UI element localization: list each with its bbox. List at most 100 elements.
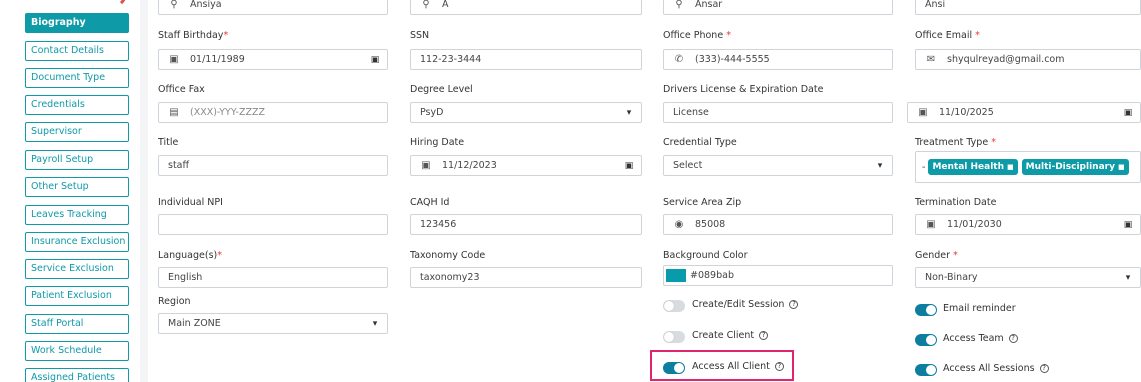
individual-npi-field[interactable] bbox=[158, 214, 388, 235]
sidebar: Biography Contact Details Document Type … bbox=[0, 0, 140, 382]
drivers-license-label: Drivers License & Expiration Date bbox=[663, 84, 824, 95]
sidebar-item-credentials[interactable]: Credentials bbox=[25, 95, 129, 115]
color-swatch[interactable] bbox=[666, 269, 686, 282]
taxonomy-code-label: Taxonomy Code bbox=[410, 250, 486, 261]
last-name-field[interactable]: ⚲ Ansar bbox=[663, 0, 893, 15]
mail-icon: ✉ bbox=[926, 54, 936, 65]
sidebar-item-supervisor[interactable]: Supervisor bbox=[25, 122, 129, 142]
title-label: Title bbox=[158, 137, 179, 148]
degree-level-select[interactable]: PsyD ▾ bbox=[410, 102, 642, 123]
sidebar-item-contact-details[interactable]: Contact Details bbox=[25, 41, 129, 61]
calendar-icon: ▣ bbox=[918, 107, 928, 118]
sidebar-item-work-schedule[interactable]: Work Schedule bbox=[25, 341, 129, 361]
office-phone-field[interactable]: ✆ (333)-444-5555 bbox=[663, 49, 893, 70]
treatment-chip-mental-health[interactable]: Mental Health ■ bbox=[928, 159, 1018, 175]
access-all-client-label: Access All Client? bbox=[692, 361, 784, 372]
chip-remove-icon[interactable]: ■ bbox=[1118, 163, 1125, 171]
office-phone-label: Office Phone * bbox=[663, 30, 731, 41]
user-icon: ⚲ bbox=[170, 0, 178, 10]
sidebar-item-assigned-patients[interactable]: Assigned Patients bbox=[25, 368, 129, 382]
access-team-label: Access Team? bbox=[943, 333, 1018, 344]
gender-label: Gender * bbox=[915, 250, 958, 261]
languages-field[interactable]: English bbox=[158, 267, 388, 288]
date-picker-icon[interactable]: ▣ bbox=[623, 161, 635, 171]
background-color-field[interactable]: #089bab bbox=[663, 265, 893, 286]
first-name-field[interactable]: ⚲ Ansiya bbox=[158, 0, 388, 15]
access-all-client-toggle[interactable] bbox=[663, 362, 685, 374]
region-select[interactable]: Main ZONE ▾ bbox=[158, 313, 388, 334]
nick-name-field[interactable]: Ansi bbox=[915, 0, 1141, 15]
access-all-sessions-toggle[interactable] bbox=[915, 364, 937, 376]
middle-name-field[interactable]: ⚲ A bbox=[410, 0, 642, 15]
calendar-icon: ▣ bbox=[169, 54, 179, 65]
help-icon[interactable]: ? bbox=[1008, 334, 1018, 343]
sidebar-item-staff-portal[interactable]: Staff Portal bbox=[25, 314, 129, 334]
help-icon[interactable]: ? bbox=[789, 300, 799, 309]
treatment-chip-multi-disciplinary[interactable]: Multi-Disciplinary ■ bbox=[1021, 159, 1129, 175]
help-icon[interactable]: ? bbox=[774, 362, 784, 371]
date-picker-icon[interactable]: ▣ bbox=[1122, 220, 1134, 230]
sidebar-item-service-exclusion[interactable]: Service Exclusion bbox=[25, 259, 129, 279]
treatment-type-label: Treatment Type * bbox=[915, 137, 996, 148]
caqh-id-label: CAQH Id bbox=[410, 197, 450, 208]
drivers-license-field[interactable]: License bbox=[663, 102, 893, 123]
sidebar-item-other-setup[interactable]: Other Setup bbox=[25, 177, 129, 197]
sidebar-item-leaves-tracking[interactable]: Leaves Tracking bbox=[25, 205, 129, 225]
license-expiration-field[interactable]: ▣ 11/10/2025 ▣ bbox=[907, 102, 1141, 123]
languages-label: Language(s)* bbox=[158, 250, 222, 261]
calendar-icon: ▣ bbox=[926, 219, 936, 230]
chevron-down-icon: ▾ bbox=[626, 107, 632, 118]
access-team-toggle[interactable] bbox=[915, 334, 937, 346]
gender-select[interactable]: Non-Binary ▾ bbox=[915, 267, 1141, 288]
ssn-label: SSN bbox=[410, 30, 430, 41]
caqh-id-field[interactable]: 123456 bbox=[410, 214, 642, 235]
chevron-down-icon: ▾ bbox=[372, 318, 378, 329]
access-all-sessions-label: Access All Sessions? bbox=[943, 363, 1049, 374]
user-icon: ⚲ bbox=[675, 0, 683, 10]
create-client-toggle[interactable] bbox=[663, 331, 685, 343]
ssn-field[interactable]: 112-23-3444 bbox=[410, 49, 642, 70]
sidebar-item-biography[interactable]: Biography bbox=[25, 13, 129, 33]
chip-remove-icon[interactable]: ■ bbox=[1007, 163, 1014, 171]
help-icon[interactable]: ? bbox=[759, 331, 769, 340]
office-email-label: Office Email * bbox=[915, 30, 980, 41]
office-email-field[interactable]: ✉ shyqulreyad@gmail.com bbox=[915, 49, 1141, 70]
hiring-date-label: Hiring Date bbox=[410, 137, 465, 148]
individual-npi-label: Individual NPI bbox=[158, 197, 223, 208]
credential-type-select[interactable]: Select ▾ bbox=[663, 155, 893, 176]
create-edit-session-toggle[interactable] bbox=[663, 300, 685, 312]
email-reminder-label: Email reminder bbox=[943, 303, 1016, 314]
termination-date-label: Termination Date bbox=[915, 197, 997, 208]
chevron-down-icon: ▾ bbox=[877, 160, 883, 171]
date-picker-icon[interactable]: ▣ bbox=[1122, 108, 1134, 118]
treatment-type-multiselect[interactable]: - Mental Health ■ Multi-Disciplinary ■ bbox=[915, 151, 1141, 183]
help-icon[interactable]: ? bbox=[1039, 364, 1049, 373]
region-label: Region bbox=[158, 296, 191, 307]
service-area-zip-label: Service Area Zip bbox=[663, 197, 742, 208]
location-pin-icon: ◉ bbox=[674, 219, 684, 230]
phone-icon: ✆ bbox=[674, 54, 684, 65]
create-client-label: Create Client? bbox=[692, 330, 769, 341]
sidebar-item-insurance-exclusion[interactable]: Insurance Exclusion bbox=[25, 232, 129, 252]
calendar-icon: ▣ bbox=[421, 160, 431, 171]
create-edit-session-label: Create/Edit Session? bbox=[692, 299, 799, 310]
taxonomy-code-field[interactable]: taxonomy23 bbox=[410, 267, 642, 288]
sidebar-item-payroll-setup[interactable]: Payroll Setup bbox=[25, 150, 129, 170]
sidebar-item-patient-exclusion[interactable]: Patient Exclusion bbox=[25, 286, 129, 306]
office-fax-label: Office Fax bbox=[158, 84, 205, 95]
staff-birthday-field[interactable]: ▣ 01/11/1989 ▣ bbox=[158, 49, 388, 70]
avatar-logo bbox=[88, 0, 128, 10]
office-fax-field[interactable]: ▤ (XXX)-YYY-ZZZZ bbox=[158, 102, 388, 123]
sidebar-item-document-type[interactable]: Document Type bbox=[25, 68, 129, 88]
staff-birthday-label: Staff Birthday* bbox=[158, 30, 229, 41]
chevron-down-icon: ▾ bbox=[1125, 272, 1131, 283]
date-picker-icon[interactable]: ▣ bbox=[369, 55, 381, 65]
email-reminder-toggle[interactable] bbox=[915, 304, 937, 316]
hiring-date-field[interactable]: ▣ 11/12/2023 ▣ bbox=[410, 155, 642, 176]
termination-date-field[interactable]: ▣ 11/01/2030 ▣ bbox=[915, 214, 1141, 235]
degree-level-label: Degree Level bbox=[410, 84, 473, 95]
service-area-zip-field[interactable]: ◉ 85008 bbox=[663, 214, 893, 235]
credential-type-label: Credential Type bbox=[663, 137, 737, 148]
background-color-label: Background Color bbox=[663, 250, 748, 261]
title-field[interactable]: staff bbox=[158, 155, 388, 176]
